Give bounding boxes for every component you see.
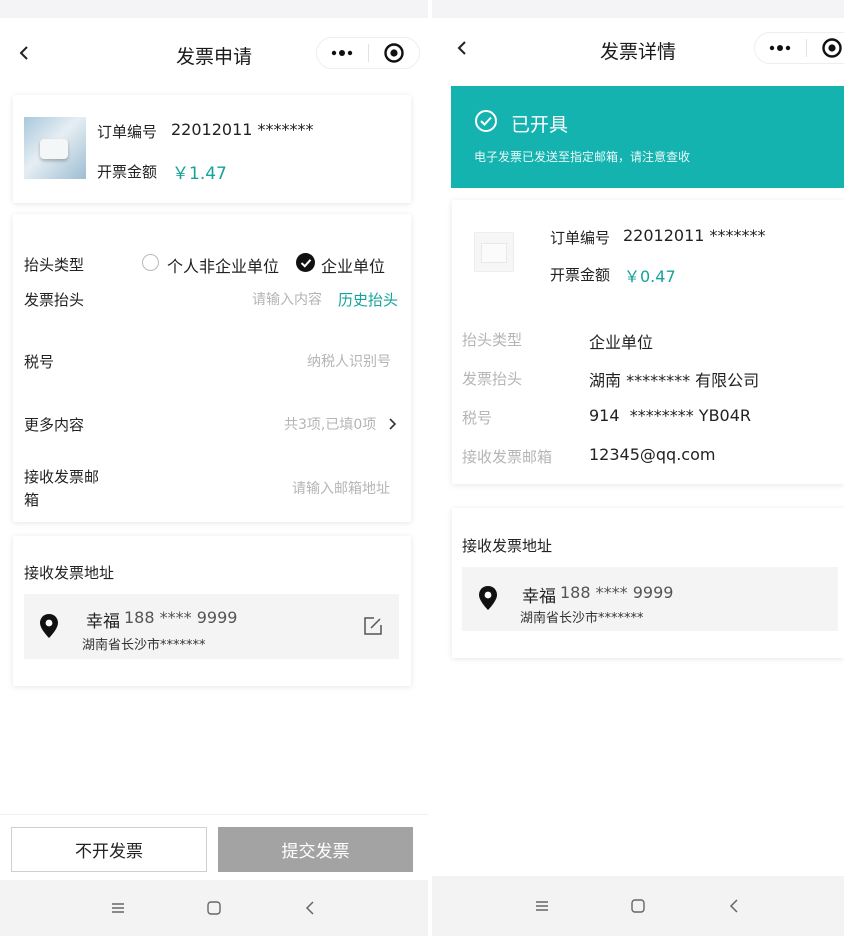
invoice-amount-label: 开票金额	[97, 163, 158, 181]
email-label-line2: 箱	[24, 491, 40, 509]
system-nav-bar	[0, 880, 428, 936]
invoice-form-card: 抬头类型 个人非企业单位 企业单位 发票抬头 请输入内容 历史抬头 税号 纳税人…	[13, 214, 411, 522]
menu-icon	[112, 903, 124, 913]
menu-button[interactable]	[494, 899, 590, 913]
address-phone: 188 **** 9999	[560, 583, 674, 602]
detail-email-label: 接收发票邮箱	[462, 448, 553, 466]
address-name: 幸福	[522, 587, 556, 607]
checkmark-icon	[300, 258, 311, 268]
system-back-button[interactable]	[262, 900, 358, 916]
product-thumbnail	[474, 232, 514, 272]
history-header-link[interactable]: 历史抬头	[338, 289, 398, 310]
detail-header-type-value: 企业单位	[589, 333, 654, 352]
target-close-icon	[384, 43, 404, 63]
invoice-header-input[interactable]: 请输入内容	[252, 289, 322, 309]
detail-tax-label: 税号	[462, 409, 493, 427]
invoice-amount-label: 开票金额	[550, 266, 611, 284]
detail-tax-value: 914 ******** YB04R	[589, 406, 752, 425]
address-detail: 湖南省长沙市*******	[82, 638, 206, 653]
tax-number-label: 税号	[24, 353, 55, 371]
address-card: 接收发票地址 幸福 188 **** 9999 湖南省长沙市*******	[452, 508, 844, 658]
home-button[interactable]	[590, 898, 686, 914]
more-dots-icon	[770, 45, 791, 51]
email-input[interactable]: 请输入邮箱地址	[292, 478, 390, 498]
address-detail: 湖南省长沙市*******	[520, 611, 644, 626]
order-number-label: 订单编号	[97, 123, 158, 141]
submit-invoice-button[interactable]: 提交发票	[218, 827, 413, 872]
order-number-label: 订单编号	[550, 229, 611, 247]
detail-invoice-header-label: 发票抬头	[462, 370, 523, 388]
more-dots-icon	[332, 50, 353, 56]
address-box: 幸福 188 **** 9999 湖南省长沙市*******	[462, 567, 838, 631]
invoice-detail-screen: 发票详情 已开具 电子发票已发送至指定邮箱，请注意查收 订单编号 2201201…	[432, 0, 844, 936]
order-card: 订单编号 22012011 ******* 开票金额 ￥1.47	[13, 95, 411, 203]
radio-personal[interactable]	[142, 254, 159, 271]
more-content-value[interactable]: 共3项,已填0项	[284, 414, 376, 434]
invoice-amount-value: ￥0.47	[624, 267, 676, 286]
detail-header-type-label: 抬头类型	[462, 331, 523, 349]
action-bar: 不开发票 提交发票	[0, 814, 428, 880]
address-phone: 188 **** 9999	[124, 608, 238, 627]
status-banner: 已开具 电子发票已发送至指定邮箱，请注意查收	[451, 86, 844, 188]
nav-bar: 发票申请	[0, 28, 428, 80]
location-pin-icon	[40, 614, 58, 638]
invoice-header-label: 发票抬头	[24, 291, 85, 309]
status-bar	[432, 0, 844, 18]
radio-personal-label[interactable]: 个人非企业单位	[167, 253, 279, 277]
edit-icon[interactable]	[363, 616, 383, 636]
address-section-label: 接收发票地址	[462, 537, 553, 555]
check-circle-icon	[475, 110, 497, 132]
address-box[interactable]: 幸福 188 **** 9999 湖南省长沙市*******	[24, 594, 399, 659]
invoice-amount-value: ￥1.47	[172, 164, 227, 184]
invoice-detail-card: 订单编号 22012011 ******* 开票金额 ￥0.47 抬头类型 企业…	[452, 200, 844, 484]
detail-invoice-header-value: 湖南 ******** 有限公司	[589, 371, 760, 390]
close-mini-program-button[interactable]	[807, 33, 844, 63]
status-bar	[0, 0, 428, 18]
invoice-apply-screen: 发票申请 订单编号 22012011 ******* 开票金额 ￥1.47 抬头…	[0, 0, 428, 936]
mini-program-capsule	[316, 37, 420, 69]
detail-email-value: 12345@qq.com	[589, 445, 716, 464]
status-message: 电子发票已发送至指定邮箱，请注意查收	[474, 150, 691, 164]
home-square-icon	[207, 901, 221, 915]
radio-company[interactable]	[296, 253, 315, 272]
more-button[interactable]	[317, 38, 368, 68]
mini-program-capsule	[754, 32, 844, 64]
address-card: 接收发票地址 幸福 188 **** 9999 湖南省长沙市*******	[13, 536, 411, 686]
home-button[interactable]	[166, 900, 262, 916]
menu-icon	[536, 901, 548, 911]
system-nav-bar	[432, 876, 844, 936]
back-chevron-icon	[305, 901, 314, 915]
product-thumbnail	[24, 117, 86, 179]
target-close-icon	[822, 38, 842, 58]
menu-button[interactable]	[70, 901, 166, 915]
nav-bar: 发票详情	[432, 23, 844, 75]
location-pin-icon	[479, 586, 497, 610]
back-chevron-icon	[729, 899, 738, 913]
email-label-line1: 接收发票邮	[24, 468, 100, 486]
radio-company-label[interactable]: 企业单位	[321, 253, 385, 277]
header-type-label: 抬头类型	[24, 256, 85, 274]
home-square-icon	[631, 899, 645, 913]
order-number-value: 22012011 *******	[171, 120, 314, 139]
address-name: 幸福	[86, 612, 120, 632]
more-button[interactable]	[755, 33, 806, 63]
system-back-button[interactable]	[686, 898, 782, 914]
more-content-label: 更多内容	[24, 416, 85, 434]
no-invoice-button[interactable]: 不开发票	[11, 827, 207, 872]
close-mini-program-button[interactable]	[369, 38, 420, 68]
chevron-right-icon[interactable]	[388, 417, 397, 431]
status-text: 已开具	[511, 114, 569, 136]
order-number-value: 22012011 *******	[623, 226, 766, 245]
address-section-label: 接收发票地址	[24, 564, 115, 582]
tax-number-input[interactable]: 纳税人识别号	[307, 351, 391, 371]
